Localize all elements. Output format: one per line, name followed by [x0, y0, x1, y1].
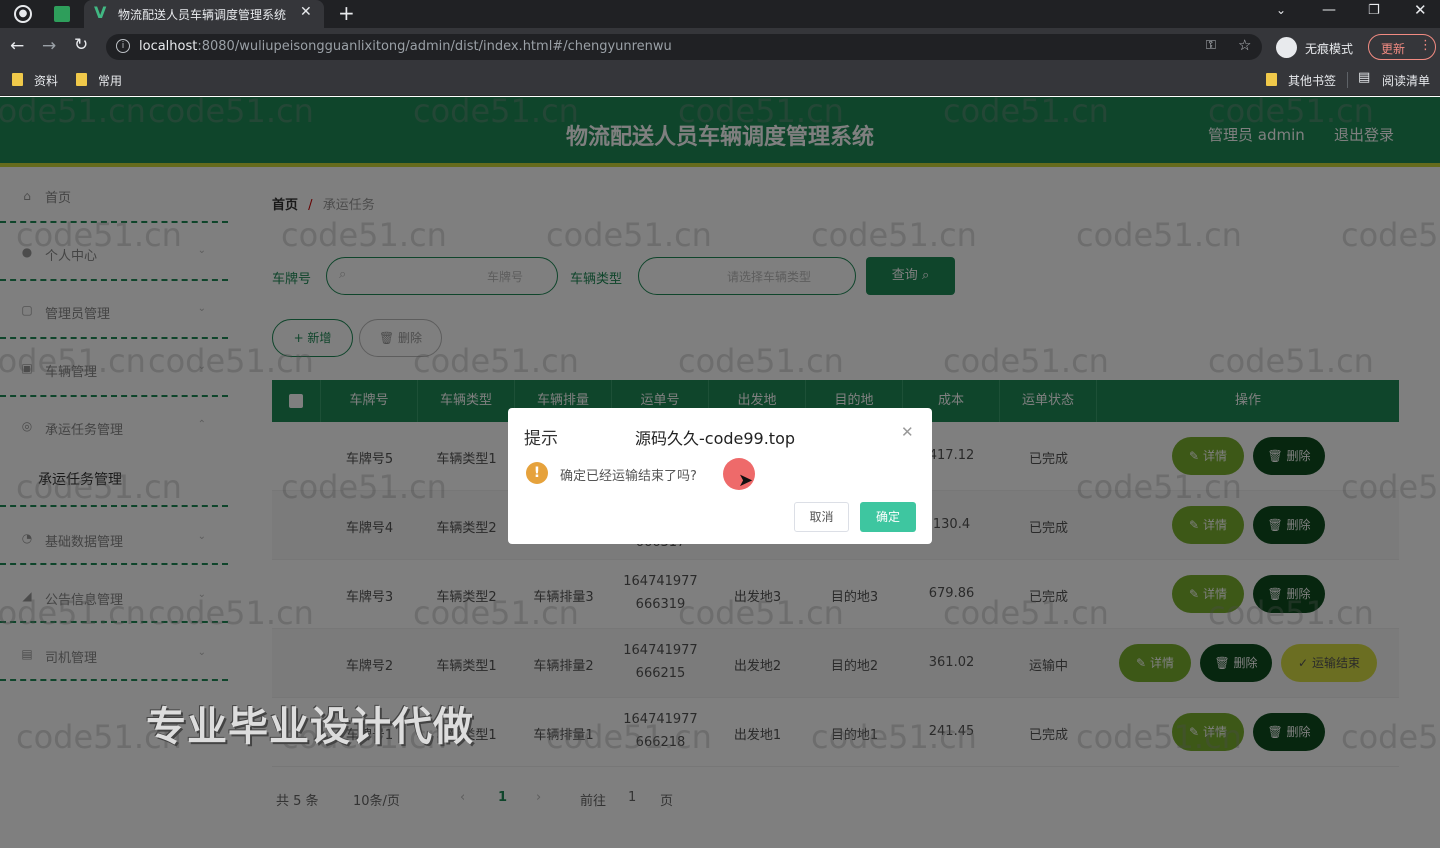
browser-menu-icon[interactable]: ● [14, 5, 32, 23]
window-close-icon[interactable]: ✕ [1414, 1, 1427, 19]
cursor-icon: ➤ [738, 470, 754, 491]
back-icon[interactable]: ← [10, 36, 24, 56]
minimize-icon[interactable]: — [1322, 2, 1336, 18]
incognito-icon[interactable] [1276, 37, 1297, 58]
address-bar: ← → ↻ i localhost:8080/wuliupeisongguanl… [0, 28, 1440, 66]
bookmark-item[interactable]: 常用 [98, 72, 122, 89]
warning-icon: ! [526, 462, 548, 484]
dialog-title: 提示 [524, 429, 558, 449]
tab-title: 物流配送人员车辆调度管理系统 [118, 8, 287, 22]
menu-dots-icon[interactable]: ⋮ [1419, 38, 1432, 53]
reading-list[interactable]: 阅读清单 [1382, 72, 1430, 89]
folder-icon [12, 73, 23, 86]
star-icon[interactable]: ☆ [1238, 36, 1251, 54]
confirm-button[interactable]: 确定 [860, 502, 916, 532]
cancel-button[interactable]: 取消 [794, 502, 849, 532]
update-label: 更新 [1381, 42, 1406, 56]
update-button[interactable]: 更新 ⋮ [1368, 34, 1436, 60]
browser-tab-bar: ● V 物流配送人员车辆调度管理系统 ✕ + ⌄ — ❐ ✕ [0, 0, 1440, 28]
maximize-icon[interactable]: ❐ [1368, 3, 1380, 18]
tab-search-icon[interactable]: ⌄ [1276, 3, 1286, 17]
incognito-label: 无痕模式 [1305, 42, 1354, 56]
bookmarks-bar: 资料 常用 其他书签 ▤ 阅读清单 [0, 66, 1440, 96]
folder-icon [1266, 73, 1277, 86]
divider [1347, 72, 1348, 88]
url-host: localhost [139, 39, 198, 54]
forward-icon[interactable]: → [42, 36, 56, 56]
close-icon[interactable]: ✕ [901, 423, 914, 441]
tab-close-icon[interactable]: ✕ [300, 4, 312, 20]
active-tab[interactable]: V 物流配送人员车辆调度管理系统 ✕ [84, 0, 324, 28]
promo-overlay-text: 专业毕业设计代做 [146, 704, 474, 750]
url-path: :8080/wuliupeisongguanlixitong/admin/dis… [197, 39, 672, 54]
tab-favicon-icon[interactable] [54, 6, 70, 22]
dialog-message: 确定已经运输结束了吗? [560, 469, 697, 484]
info-icon[interactable]: i [116, 39, 130, 53]
bookmark-item[interactable]: 资料 [34, 72, 58, 89]
reload-icon[interactable]: ↻ [74, 35, 88, 55]
new-tab-icon[interactable]: + [338, 1, 355, 25]
confirm-dialog: 提示 源码久久-code99.top ✕ ! 确定已经运输结束了吗? ➤ 取消 … [508, 408, 932, 544]
other-bookmarks[interactable]: 其他书签 [1288, 72, 1336, 89]
vue-logo-icon: V [94, 3, 107, 22]
url-text: localhost:8080/wuliupeisongguanlixitong/… [139, 39, 672, 54]
url-field[interactable]: i localhost:8080/wuliupeisongguanlixiton… [106, 34, 1262, 60]
dialog-brand: 源码久久-code99.top [635, 429, 796, 448]
key-icon[interactable]: ⚿ [1206, 38, 1216, 53]
folder-icon [76, 73, 87, 86]
reading-list-icon[interactable]: ▤ [1358, 70, 1370, 85]
